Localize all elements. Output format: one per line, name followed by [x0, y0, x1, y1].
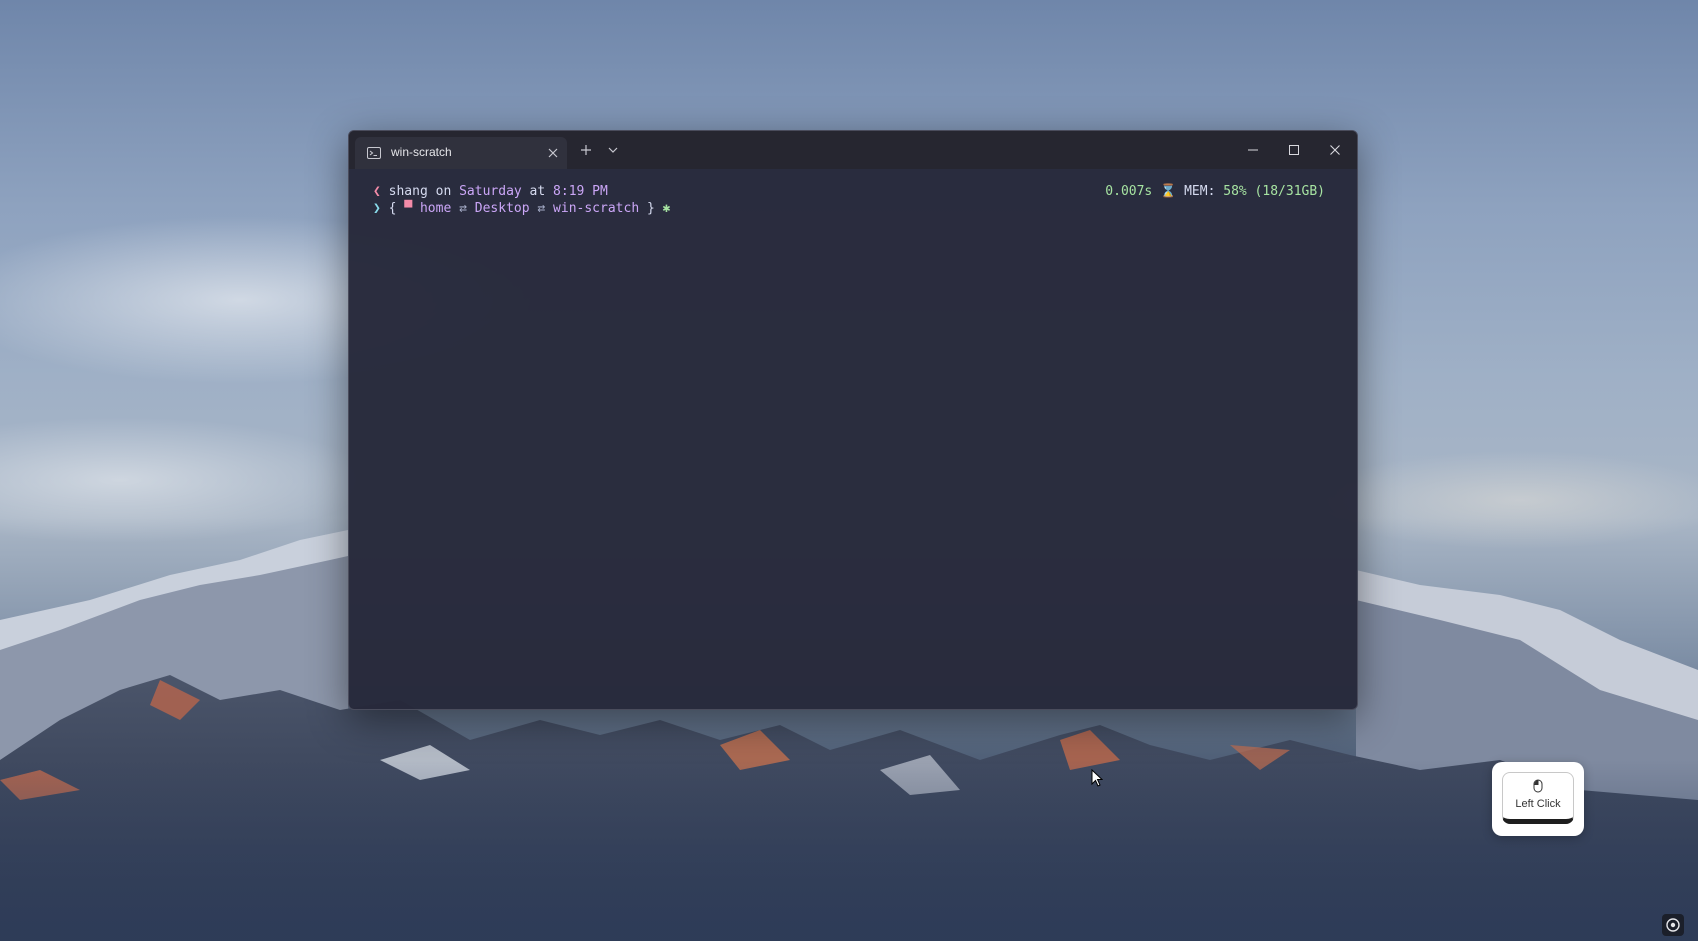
maximize-button[interactable]: [1274, 131, 1314, 169]
plus-icon[interactable]: [577, 141, 595, 159]
prompt-day: Saturday: [459, 184, 522, 199]
mem-label: MEM:: [1184, 184, 1216, 199]
prompt-time: 8:19 PM: [553, 184, 608, 199]
prompt-line-2: ❯ { ▀ home ⇄ Desktop ⇄ win-scratch } ✱: [373, 200, 670, 217]
settings-button[interactable]: [1662, 914, 1684, 936]
minimize-icon: [1248, 149, 1258, 151]
close-icon[interactable]: [545, 145, 561, 161]
command-duration: 0.007s: [1105, 184, 1153, 199]
prompt-chevron-right-icon: ❯: [373, 201, 381, 216]
overlay-label: Left Click: [1515, 798, 1561, 810]
settings-icon: [1666, 918, 1680, 932]
prompt-line-1: ❮ shang on Saturday at 8:19 PM: [373, 183, 608, 200]
keystroke-overlay: Left Click: [1492, 762, 1584, 836]
folder-icon: ▀: [404, 201, 413, 216]
chevron-down-icon[interactable]: [605, 141, 621, 159]
mouse-icon: [1533, 779, 1543, 793]
close-icon: [1330, 145, 1340, 155]
path-current-dir: win-scratch: [553, 201, 640, 216]
prompt-brace-close: }: [639, 201, 655, 216]
terminal-window[interactable]: win-scratch ❮ shang on Saturday at 8:19 …: [348, 130, 1358, 710]
close-window-button[interactable]: [1315, 131, 1355, 169]
path-desktop: Desktop: [474, 201, 530, 216]
status-right: 0.007s ⌛ MEM: 58% (18/31GB): [1105, 183, 1325, 200]
tab-title: win-scratch: [391, 145, 452, 159]
maximize-icon: [1289, 145, 1299, 155]
terminal-output[interactable]: ❮ shang on Saturday at 8:19 PM ❯ { ▀ hom…: [349, 169, 1357, 709]
left-click-keycap: Left Click: [1502, 772, 1574, 824]
path-separator: ⇄: [451, 201, 475, 216]
terminal-icon: [367, 147, 381, 159]
desktop-background: win-scratch ❮ shang on Saturday at 8:19 …: [0, 0, 1698, 941]
path-home: home: [419, 201, 452, 216]
mem-value: 58% (18/31GB): [1223, 184, 1325, 199]
prompt-chevron-left-icon: ❮: [373, 184, 381, 199]
prompt-at: at: [521, 184, 554, 199]
prompt-on: on: [427, 184, 460, 199]
hourglass-icon: ⌛: [1160, 184, 1177, 199]
mouse-cursor-icon: [1091, 769, 1103, 787]
path-separator: ⇄: [529, 201, 554, 216]
minimize-button[interactable]: [1233, 131, 1273, 169]
prompt-user: shang: [388, 184, 428, 199]
star-icon: ✱: [662, 201, 671, 216]
prompt-brace-open: {: [388, 201, 405, 216]
title-bar[interactable]: win-scratch: [349, 131, 1357, 169]
tab-win-scratch[interactable]: win-scratch: [355, 137, 567, 169]
